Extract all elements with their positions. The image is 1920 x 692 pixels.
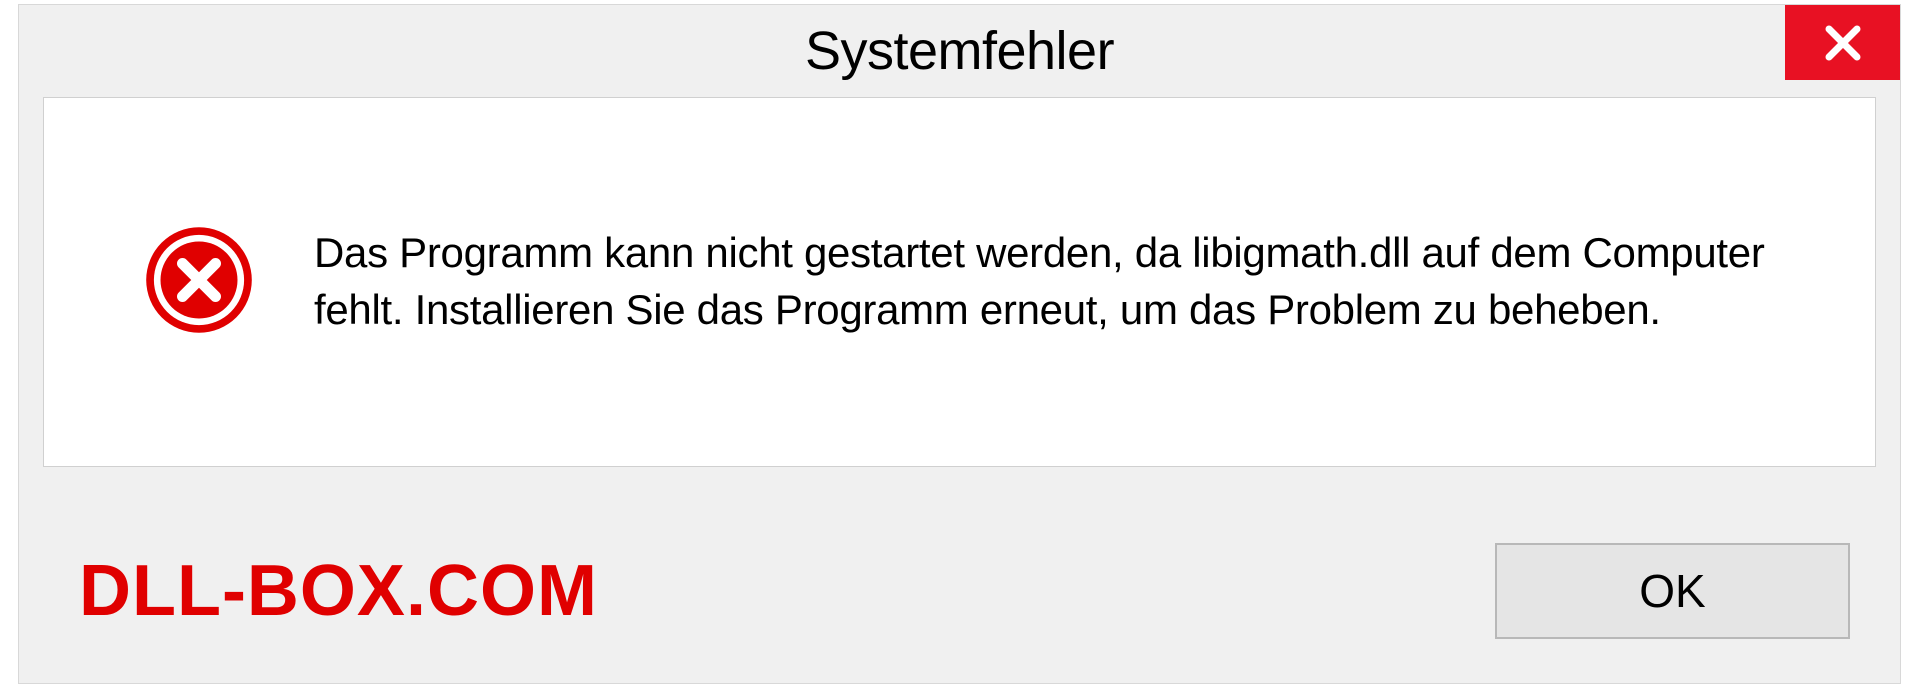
dialog-footer: DLL-BOX.COM OK [19, 498, 1900, 683]
dialog-content: Das Programm kann nicht gestartet werden… [43, 97, 1876, 467]
ok-button[interactable]: OK [1495, 543, 1850, 639]
close-icon [1822, 22, 1864, 64]
error-icon [144, 225, 254, 340]
error-dialog: Systemfehler Das Programm kann nicht ges… [18, 4, 1901, 684]
dialog-titlebar: Systemfehler [19, 5, 1900, 97]
dialog-title: Systemfehler [805, 20, 1114, 82]
watermark-text: DLL-BOX.COM [79, 550, 598, 632]
close-button[interactable] [1785, 5, 1900, 80]
error-message: Das Programm kann nicht gestartet werden… [314, 225, 1815, 338]
